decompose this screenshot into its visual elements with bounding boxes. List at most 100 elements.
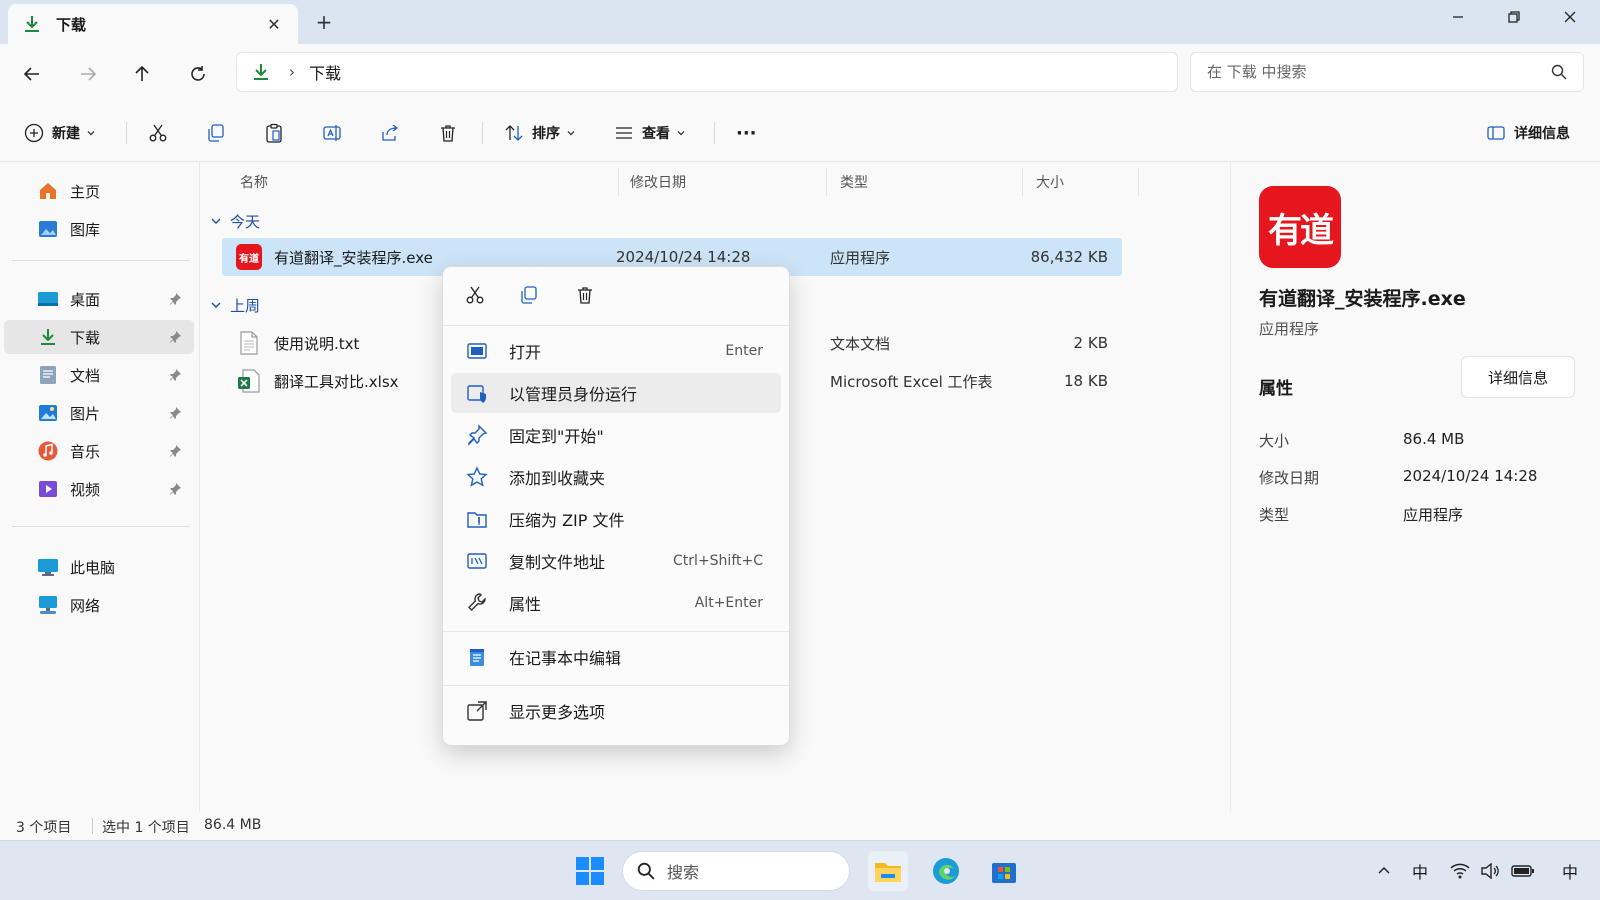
- back-button[interactable]: [14, 56, 50, 92]
- ctx-delete-button[interactable]: [565, 277, 605, 313]
- sidebar-item-network[interactable]: 网络: [4, 588, 194, 622]
- sidebar-item-videos[interactable]: 视频: [4, 472, 194, 506]
- wifi-icon[interactable]: [1446, 859, 1474, 883]
- ctx-run-as-admin[interactable]: 以管理员身份运行: [451, 373, 781, 413]
- ctx-label: 属性: [509, 595, 542, 614]
- sidebar-item-gallery[interactable]: 图库: [4, 212, 194, 246]
- ctx-pin-to-start[interactable]: 固定到"开始": [451, 415, 781, 455]
- pin-icon[interactable]: [168, 406, 182, 420]
- ctx-label: 打开: [509, 343, 542, 362]
- cut-button[interactable]: [148, 118, 168, 148]
- column-header-name[interactable]: 名称: [240, 168, 268, 196]
- rename-icon: [323, 125, 341, 141]
- ime-indicator[interactable]: 中: [1406, 859, 1434, 883]
- group-header-today[interactable]: 今天: [210, 208, 260, 234]
- battery-icon[interactable]: [1508, 859, 1538, 883]
- restore-button[interactable]: [1486, 0, 1542, 34]
- ctx-copy-button[interactable]: [509, 277, 549, 313]
- new-button[interactable]: 新建: [24, 118, 96, 148]
- up-button[interactable]: [124, 56, 160, 92]
- sidebar-item-music[interactable]: 音乐: [4, 434, 194, 468]
- delete-button[interactable]: [438, 118, 458, 148]
- taskbar-search[interactable]: 搜索: [622, 851, 850, 891]
- search-input[interactable]: [1207, 63, 1551, 81]
- new-tab-button[interactable]: +: [310, 10, 338, 36]
- divider: [482, 122, 483, 144]
- ctx-show-more-options[interactable]: 显示更多选项: [451, 691, 781, 731]
- sidebar-item-label: 图库: [70, 220, 101, 239]
- details-toggle-button[interactable]: 详细信息: [1486, 118, 1570, 148]
- taskbar-store[interactable]: [984, 851, 1024, 891]
- new-label: 新建: [52, 126, 80, 142]
- close-tab-icon[interactable]: ✕: [264, 14, 284, 34]
- selected-count: 选中 1 个项目: [102, 820, 190, 836]
- divider: [443, 325, 789, 326]
- file-type: 应用程序: [830, 248, 891, 267]
- pin-icon[interactable]: [168, 444, 182, 458]
- ctx-cut-button[interactable]: [455, 277, 495, 313]
- minimize-button[interactable]: [1430, 0, 1486, 34]
- ime-mode-indicator[interactable]: 中: [1556, 859, 1584, 883]
- more-options-icon: [465, 699, 489, 723]
- details-file-type: 应用程序: [1259, 320, 1320, 338]
- taskbar-file-explorer[interactable]: [868, 851, 908, 891]
- pin-icon[interactable]: [168, 330, 182, 344]
- more-button[interactable]: ···: [736, 118, 757, 148]
- search-box[interactable]: [1190, 52, 1584, 92]
- volume-icon[interactable]: [1476, 859, 1504, 883]
- close-window-button[interactable]: [1542, 0, 1598, 34]
- column-header-type[interactable]: 类型: [840, 168, 868, 196]
- paste-button[interactable]: [264, 118, 284, 148]
- sidebar-item-downloads[interactable]: 下载: [4, 320, 194, 354]
- pin-icon[interactable]: [168, 482, 182, 496]
- ctx-properties[interactable]: 属性 Alt+Enter: [451, 583, 781, 623]
- sidebar-item-label: 此电脑: [70, 558, 116, 577]
- pin-icon[interactable]: [168, 368, 182, 382]
- rename-button[interactable]: [322, 118, 342, 148]
- breadcrumb[interactable]: 下载: [309, 60, 341, 84]
- show-hidden-icons-button[interactable]: [1372, 859, 1396, 883]
- divider: [12, 260, 190, 261]
- group-header-last-week[interactable]: 上周: [210, 292, 260, 318]
- share-button[interactable]: [380, 118, 400, 148]
- sidebar-item-home[interactable]: 主页: [4, 174, 194, 208]
- column-divider[interactable]: [1138, 168, 1139, 196]
- network-icon: [36, 593, 60, 617]
- refresh-button[interactable]: [180, 56, 216, 92]
- start-button[interactable]: [570, 851, 610, 891]
- ctx-copy-path[interactable]: 复制文件地址 Ctrl+Shift+C: [451, 541, 781, 581]
- store-icon: [992, 863, 1016, 883]
- more-icon: ···: [736, 122, 757, 144]
- copy-button[interactable]: [206, 118, 226, 148]
- sidebar-item-pictures[interactable]: 图片: [4, 396, 194, 430]
- ctx-add-to-favorites[interactable]: 添加到收藏夹: [451, 457, 781, 497]
- column-header-date[interactable]: 修改日期: [630, 168, 686, 196]
- sort-button[interactable]: 排序: [504, 118, 576, 148]
- taskbar-edge[interactable]: [926, 851, 966, 891]
- details-button[interactable]: 详细信息: [1461, 356, 1575, 398]
- column-divider[interactable]: [826, 168, 827, 196]
- forward-button[interactable]: [70, 56, 106, 92]
- context-menu: 打开 Enter 以管理员身份运行 固定到"开始" 添加到收藏夹 压缩为 ZIP…: [442, 266, 790, 746]
- chevron-right-icon: ›: [289, 63, 295, 81]
- ctx-edit-in-notepad[interactable]: 在记事本中编辑: [451, 637, 781, 677]
- file-size: 86,432 KB: [1030, 248, 1108, 266]
- sidebar-item-desktop[interactable]: 桌面: [4, 282, 194, 316]
- column-divider[interactable]: [1022, 168, 1023, 196]
- divider: [92, 818, 93, 834]
- column-divider[interactable]: [618, 168, 619, 196]
- ctx-label: 固定到"开始": [509, 427, 604, 446]
- ctx-shortcut: Enter: [725, 343, 763, 359]
- sidebar-item-label: 文档: [70, 366, 101, 385]
- ctx-open[interactable]: 打开 Enter: [451, 331, 781, 371]
- sidebar-item-documents[interactable]: 文档: [4, 358, 194, 392]
- ctx-compress-zip[interactable]: 压缩为 ZIP 文件: [451, 499, 781, 539]
- tab-downloads[interactable]: 下载 ✕: [8, 4, 298, 44]
- pin-icon[interactable]: [168, 292, 182, 306]
- scissors-icon: [149, 124, 167, 142]
- column-header-size[interactable]: 大小: [1036, 168, 1064, 196]
- address-bar[interactable]: › 下载: [236, 52, 1178, 92]
- view-button[interactable]: 查看: [614, 118, 686, 148]
- sidebar-item-this-pc[interactable]: 此电脑: [4, 550, 194, 584]
- this-pc-icon: [36, 555, 60, 579]
